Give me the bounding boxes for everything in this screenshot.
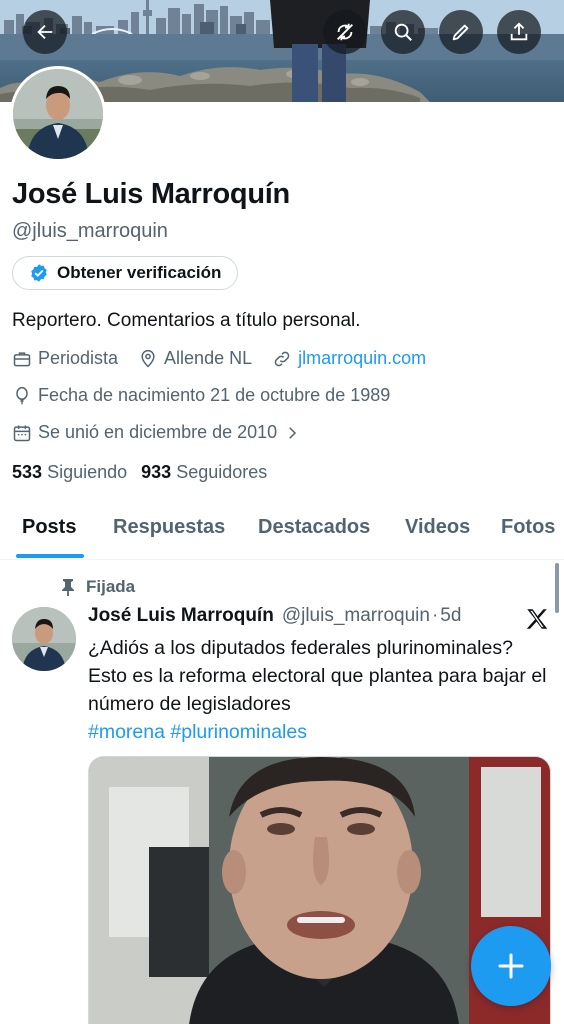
refresh-button[interactable] — [323, 10, 367, 54]
following-stat[interactable]: 533 Siguiendo — [12, 462, 127, 483]
post-body: ¿Adiós a los diputados federales plurino… — [88, 637, 547, 715]
followers-count: 933 — [141, 462, 172, 482]
post-author-name[interactable]: José Luis Marroquín — [88, 605, 274, 627]
active-tab-indicator — [16, 554, 84, 558]
post-header: José Luis Marroquín @jluis_marroquin · 5… — [88, 605, 461, 627]
profile-name: José Luis Marroquín — [12, 178, 290, 210]
chevron-right-icon — [289, 426, 297, 439]
follow-stats: 533 Siguiendo 933 Seguidores — [12, 462, 267, 483]
pinned-label: Fijada — [86, 577, 136, 596]
website-link[interactable]: jlmarroquin.com — [298, 348, 426, 369]
post-time[interactable]: 5d — [440, 605, 461, 627]
search-button[interactable] — [381, 10, 425, 54]
pinned-indicator: Fijada — [60, 577, 135, 597]
profession-text: Periodista — [38, 348, 119, 368]
profile-avatar[interactable] — [10, 66, 106, 162]
tab-fotos[interactable]: Fotos — [501, 516, 555, 539]
following-count: 533 — [12, 462, 43, 482]
share-button[interactable] — [497, 10, 541, 54]
post-author-avatar[interactable] — [12, 607, 76, 671]
edit-pencil-icon — [452, 24, 469, 41]
tab-posts[interactable]: Posts — [22, 516, 76, 539]
location-pin-icon — [141, 349, 155, 368]
plus-icon — [498, 953, 524, 979]
profile-bio: Reportero. Comentarios a título personal… — [12, 310, 361, 331]
profile-meta-row-3[interactable]: Se unió en diciembre de 2010 — [12, 422, 321, 443]
refresh-off-icon — [337, 23, 353, 41]
tab-videos[interactable]: Videos — [405, 516, 470, 539]
post-separator: · — [431, 605, 439, 626]
calendar-icon — [13, 425, 31, 441]
search-icon — [394, 23, 412, 41]
balloon-icon — [16, 386, 28, 404]
link-icon — [274, 351, 290, 366]
location-item: Allende NL — [138, 348, 252, 369]
edit-button[interactable] — [439, 10, 483, 54]
location-text: Allende NL — [164, 348, 253, 368]
followers-stat[interactable]: 933 Seguidores — [141, 462, 267, 483]
hashtag-link[interactable]: #morena — [88, 721, 165, 743]
pin-icon — [62, 579, 74, 596]
post-author-handle[interactable]: @jluis_marroquin — [282, 605, 430, 627]
profile-meta-row-2: Fecha de nacimiento 21 de octubre de 198… — [12, 385, 410, 406]
post-text: ¿Adiós a los diputados federales plurino… — [88, 634, 554, 746]
profile-tabs: Posts Respuestas Destacados Videos Fotos — [0, 500, 564, 560]
website-item[interactable]: jlmarroquin.com — [272, 348, 426, 369]
back-button[interactable] — [23, 10, 67, 54]
tab-destacados[interactable]: Destacados — [258, 516, 370, 539]
get-verified-button[interactable]: Obtener verificación — [12, 256, 239, 290]
x-logo-icon[interactable] — [524, 606, 550, 632]
profile-handle: @jluis_marroquin — [12, 220, 168, 242]
briefcase-icon — [13, 351, 31, 366]
hashtag-link[interactable]: #plurinominales — [170, 721, 307, 743]
birthday-item: Fecha de nacimiento 21 de octubre de 198… — [12, 385, 390, 406]
profile-meta-row-1: Periodista Allende NL jlmarroquin.com — [12, 348, 446, 369]
compose-post-button[interactable] — [471, 926, 551, 1006]
scrollbar[interactable] — [555, 563, 559, 613]
followers-label: Seguidores — [176, 462, 268, 482]
tab-respuestas[interactable]: Respuestas — [113, 516, 225, 539]
get-verified-label: Obtener verificación — [57, 263, 222, 282]
share-upload-icon — [510, 22, 528, 41]
back-arrow-icon — [37, 24, 53, 40]
following-label: Siguiendo — [47, 462, 128, 482]
verified-badge-icon — [31, 264, 47, 282]
joined-text: Se unió en diciembre de 2010 — [38, 422, 278, 442]
profession-item: Periodista — [12, 348, 118, 369]
birthday-text: Fecha de nacimiento 21 de octubre de 198… — [38, 385, 391, 405]
avatar-photo — [13, 69, 103, 159]
joined-item[interactable]: Se unió en diciembre de 2010 — [12, 422, 301, 443]
